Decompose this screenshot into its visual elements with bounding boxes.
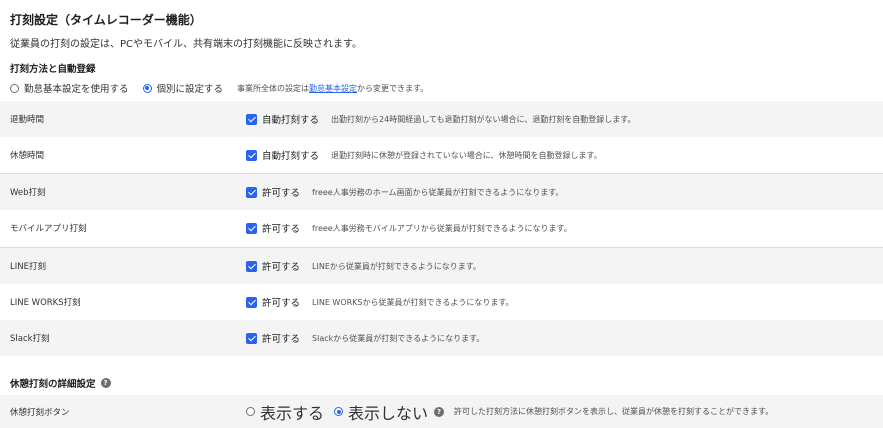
row-label: Slack打刻 xyxy=(10,334,50,344)
radio-circle-selected[interactable] xyxy=(334,407,344,416)
break-section-title: 休憩打刻の詳細設定 ? xyxy=(10,376,111,390)
row-note: 出勤打刻から24時間経過しても退勤打刻がない場合に、退勤打刻を自動登録します。 xyxy=(331,114,636,124)
method-radio-group: 勤怠基本設定を使用する 個別に設定する 事業所全体の設定は勤怠基本設定から変更で… xyxy=(10,81,428,95)
row-note: freee人事労務のホーム画面から従業員が打刻できるようになります。 xyxy=(312,187,564,197)
checkbox-label: 許可する xyxy=(262,298,301,309)
row-label: LINE WORKS打刻 xyxy=(10,298,81,308)
checkbox-allow-web[interactable] xyxy=(246,186,257,198)
row-label: モバイルアプリ打刻 xyxy=(10,224,87,234)
radio-hide[interactable]: 表示しない xyxy=(334,400,428,424)
row-note: Slackから従業員が打刻できるようになります。 xyxy=(312,333,485,343)
timeclock-settings-page: 打刻設定（タイムレコーダー機能） 従業員の打刻の設定は、PCやモバイル、共有端末… xyxy=(0,0,883,428)
method-section-title: 打刻方法と自動登録 xyxy=(10,64,96,75)
checkbox-allow-line[interactable] xyxy=(246,260,257,272)
checkbox-label: 許可する xyxy=(262,188,301,199)
row-break-button: 休憩打刻ボタン 表示する 表示しない ? 許可した打刻方法に休憩打刻ボタンを表示… xyxy=(0,395,883,428)
row-mobile-clock: モバイルアプリ打刻 許可する freee人事労務モバイルアプリから従業員が打刻で… xyxy=(0,210,883,246)
checkbox-label: 許可する xyxy=(262,224,301,235)
checkbox-label: 許可する xyxy=(262,334,301,345)
checkbox-label: 自動打刻する xyxy=(262,151,320,162)
row-web-clock: Web打刻 許可する freee人事労務のホーム画面から従業員が打刻できるように… xyxy=(0,174,883,210)
checkbox-auto-clock-out[interactable] xyxy=(246,113,257,125)
help-icon[interactable]: ? xyxy=(434,406,445,417)
row-line-clock: LINE打刻 許可する LINEから従業員が打刻できるようになります。 xyxy=(0,248,883,284)
row-clock-out: 退勤時間 自動打刻する 出勤打刻から24時間経過しても退勤打刻がない場合に、退勤… xyxy=(0,101,883,137)
checkbox-allow-line-works[interactable] xyxy=(246,296,257,308)
row-note: LINE WORKSから従業員が打刻できるようになります。 xyxy=(312,297,514,307)
row-slack-clock: Slack打刻 許可する Slackから従業員が打刻できるようになります。 xyxy=(0,320,883,356)
checkbox-allow-mobile[interactable] xyxy=(246,222,257,234)
checkbox-label: 許可する xyxy=(262,262,301,273)
row-break-time: 休憩時間 自動打刻する 退勤打刻時に休憩が登録されていない場合に、休憩時間を自動… xyxy=(0,137,883,173)
row-label: 退勤時間 xyxy=(10,115,45,125)
page-description: 従業員の打刻の設定は、PCやモバイル、共有端末の打刻機能に反映されます。 xyxy=(10,39,363,50)
row-label: 休憩時間 xyxy=(10,151,45,161)
row-label: Web打刻 xyxy=(10,188,46,198)
row-note: 退勤打刻時に休憩が登録されていない場合に、休憩時間を自動登録します。 xyxy=(331,150,602,160)
radio-circle[interactable] xyxy=(10,83,19,93)
checkbox-allow-slack[interactable] xyxy=(246,332,257,344)
basic-settings-link[interactable]: 勤怠基本設定 xyxy=(309,84,357,93)
row-note: 許可した打刻方法に休憩打刻ボタンを表示し、従業員が休憩を打刻することができます。 xyxy=(454,407,774,416)
method-note: 事業所全体の設定は勤怠基本設定から変更できます。 xyxy=(237,83,429,93)
radio-show[interactable]: 表示する xyxy=(246,400,324,424)
radio-circle-selected[interactable] xyxy=(142,83,152,93)
radio-use-basic-settings[interactable]: 勤怠基本設定を使用する xyxy=(10,81,129,95)
row-label: LINE打刻 xyxy=(10,262,46,272)
radio-circle[interactable] xyxy=(246,407,255,416)
row-note: LINEから従業員が打刻できるようになります。 xyxy=(312,261,481,271)
page-title: 打刻設定（タイムレコーダー機能） xyxy=(10,13,202,27)
row-line-works-clock: LINE WORKS打刻 許可する LINE WORKSから従業員が打刻できるよ… xyxy=(0,284,883,320)
help-icon[interactable]: ? xyxy=(100,378,111,388)
row-label: 休憩打刻ボタン xyxy=(10,407,70,418)
radio-individual-settings[interactable]: 個別に設定する xyxy=(142,81,223,95)
row-note: freee人事労務モバイルアプリから従業員が打刻できるようになります。 xyxy=(312,223,572,233)
checkbox-label: 自動打刻する xyxy=(262,115,320,126)
checkbox-auto-break[interactable] xyxy=(246,149,257,161)
